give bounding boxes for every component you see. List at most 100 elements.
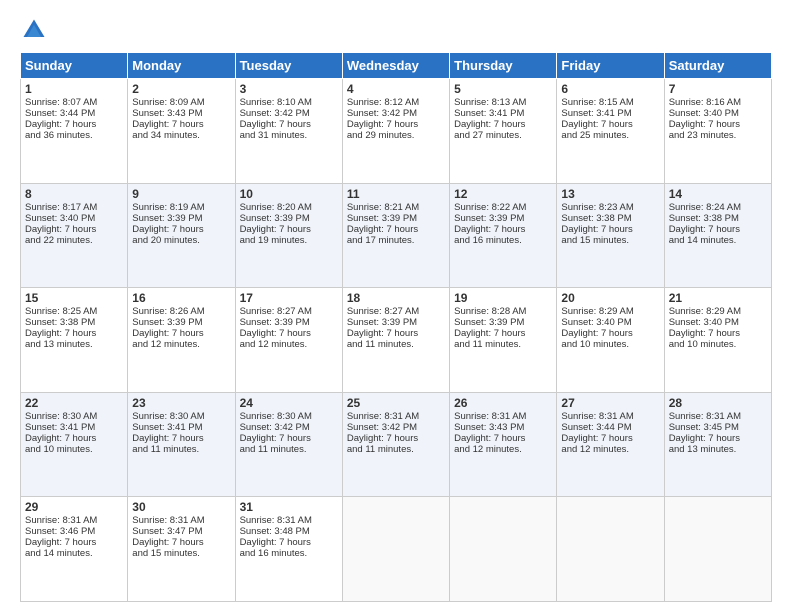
cell-info-line: and 36 minutes. xyxy=(25,130,123,141)
cell-info-line: and 11 minutes. xyxy=(347,339,445,350)
cell-info-line: Sunrise: 8:17 AM xyxy=(25,202,123,213)
calendar-cell: 29Sunrise: 8:31 AMSunset: 3:46 PMDayligh… xyxy=(21,497,128,602)
cell-info-line: Daylight: 7 hours xyxy=(132,224,230,235)
cell-info-line: Sunset: 3:47 PM xyxy=(132,526,230,537)
weekday-header-row: SundayMondayTuesdayWednesdayThursdayFrid… xyxy=(21,53,772,79)
day-number: 5 xyxy=(454,82,552,96)
day-number: 13 xyxy=(561,187,659,201)
cell-info-line: Sunset: 3:44 PM xyxy=(25,108,123,119)
day-number: 18 xyxy=(347,291,445,305)
day-number: 12 xyxy=(454,187,552,201)
calendar-cell: 13Sunrise: 8:23 AMSunset: 3:38 PMDayligh… xyxy=(557,183,664,288)
cell-info-line: Daylight: 7 hours xyxy=(454,433,552,444)
day-number: 30 xyxy=(132,500,230,514)
day-number: 23 xyxy=(132,396,230,410)
day-number: 22 xyxy=(25,396,123,410)
cell-info-line: Sunrise: 8:31 AM xyxy=(347,411,445,422)
weekday-header: Friday xyxy=(557,53,664,79)
calendar-cell xyxy=(557,497,664,602)
cell-info-line: and 31 minutes. xyxy=(240,130,338,141)
cell-info-line: Sunset: 3:39 PM xyxy=(347,317,445,328)
cell-info-line: Sunrise: 8:27 AM xyxy=(347,306,445,317)
cell-info-line: Sunset: 3:40 PM xyxy=(669,317,767,328)
cell-info-line: Daylight: 7 hours xyxy=(132,433,230,444)
cell-info-line: Daylight: 7 hours xyxy=(669,433,767,444)
cell-info-line: and 20 minutes. xyxy=(132,235,230,246)
calendar-cell: 4Sunrise: 8:12 AMSunset: 3:42 PMDaylight… xyxy=(342,79,449,184)
cell-info-line: Sunrise: 8:10 AM xyxy=(240,97,338,108)
cell-info-line: Daylight: 7 hours xyxy=(240,537,338,548)
cell-info-line: Daylight: 7 hours xyxy=(347,119,445,130)
cell-info-line: Daylight: 7 hours xyxy=(347,328,445,339)
weekday-header: Saturday xyxy=(664,53,771,79)
cell-info-line: and 10 minutes. xyxy=(25,444,123,455)
cell-info-line: Daylight: 7 hours xyxy=(25,433,123,444)
cell-info-line: Daylight: 7 hours xyxy=(240,119,338,130)
cell-info-line: Sunset: 3:39 PM xyxy=(132,317,230,328)
calendar-cell: 28Sunrise: 8:31 AMSunset: 3:45 PMDayligh… xyxy=(664,392,771,497)
day-number: 25 xyxy=(347,396,445,410)
header xyxy=(20,16,772,44)
cell-info-line: and 29 minutes. xyxy=(347,130,445,141)
cell-info-line: Sunrise: 8:25 AM xyxy=(25,306,123,317)
cell-info-line: and 11 minutes. xyxy=(132,444,230,455)
cell-info-line: Sunrise: 8:31 AM xyxy=(561,411,659,422)
cell-info-line: Sunset: 3:39 PM xyxy=(454,213,552,224)
cell-info-line: and 27 minutes. xyxy=(454,130,552,141)
cell-info-line: and 19 minutes. xyxy=(240,235,338,246)
cell-info-line: Sunrise: 8:22 AM xyxy=(454,202,552,213)
calendar-cell: 12Sunrise: 8:22 AMSunset: 3:39 PMDayligh… xyxy=(450,183,557,288)
calendar-cell: 15Sunrise: 8:25 AMSunset: 3:38 PMDayligh… xyxy=(21,288,128,393)
cell-info-line: Sunset: 3:42 PM xyxy=(347,422,445,433)
calendar-cell: 14Sunrise: 8:24 AMSunset: 3:38 PMDayligh… xyxy=(664,183,771,288)
cell-info-line: and 16 minutes. xyxy=(454,235,552,246)
cell-info-line: Sunset: 3:38 PM xyxy=(25,317,123,328)
cell-info-line: Sunrise: 8:30 AM xyxy=(240,411,338,422)
cell-info-line: Sunrise: 8:23 AM xyxy=(561,202,659,213)
cell-info-line: Sunset: 3:41 PM xyxy=(132,422,230,433)
calendar-cell: 11Sunrise: 8:21 AMSunset: 3:39 PMDayligh… xyxy=(342,183,449,288)
cell-info-line: and 25 minutes. xyxy=(561,130,659,141)
calendar-cell: 1Sunrise: 8:07 AMSunset: 3:44 PMDaylight… xyxy=(21,79,128,184)
cell-info-line: Sunset: 3:42 PM xyxy=(347,108,445,119)
day-number: 19 xyxy=(454,291,552,305)
cell-info-line: Sunrise: 8:20 AM xyxy=(240,202,338,213)
cell-info-line: Sunrise: 8:31 AM xyxy=(25,515,123,526)
calendar-cell: 5Sunrise: 8:13 AMSunset: 3:41 PMDaylight… xyxy=(450,79,557,184)
calendar-cell: 3Sunrise: 8:10 AMSunset: 3:42 PMDaylight… xyxy=(235,79,342,184)
calendar-cell: 7Sunrise: 8:16 AMSunset: 3:40 PMDaylight… xyxy=(664,79,771,184)
calendar-cell: 9Sunrise: 8:19 AMSunset: 3:39 PMDaylight… xyxy=(128,183,235,288)
weekday-header: Sunday xyxy=(21,53,128,79)
day-number: 21 xyxy=(669,291,767,305)
day-number: 28 xyxy=(669,396,767,410)
day-number: 1 xyxy=(25,82,123,96)
cell-info-line: and 11 minutes. xyxy=(240,444,338,455)
cell-info-line: Sunset: 3:43 PM xyxy=(454,422,552,433)
calendar-cell xyxy=(342,497,449,602)
day-number: 24 xyxy=(240,396,338,410)
cell-info-line: Sunrise: 8:16 AM xyxy=(669,97,767,108)
cell-info-line: Sunrise: 8:31 AM xyxy=(454,411,552,422)
cell-info-line: Sunrise: 8:30 AM xyxy=(132,411,230,422)
day-number: 3 xyxy=(240,82,338,96)
calendar-cell xyxy=(664,497,771,602)
calendar-cell: 20Sunrise: 8:29 AMSunset: 3:40 PMDayligh… xyxy=(557,288,664,393)
cell-info-line: and 14 minutes. xyxy=(25,548,123,559)
cell-info-line: and 12 minutes. xyxy=(240,339,338,350)
cell-info-line: Daylight: 7 hours xyxy=(25,224,123,235)
cell-info-line: Daylight: 7 hours xyxy=(669,224,767,235)
day-number: 26 xyxy=(454,396,552,410)
cell-info-line: and 13 minutes. xyxy=(25,339,123,350)
cell-info-line: Sunrise: 8:26 AM xyxy=(132,306,230,317)
cell-info-line: Daylight: 7 hours xyxy=(347,433,445,444)
cell-info-line: Daylight: 7 hours xyxy=(454,328,552,339)
cell-info-line: Sunrise: 8:29 AM xyxy=(561,306,659,317)
day-number: 27 xyxy=(561,396,659,410)
cell-info-line: Sunset: 3:41 PM xyxy=(25,422,123,433)
cell-info-line: and 16 minutes. xyxy=(240,548,338,559)
calendar-cell: 19Sunrise: 8:28 AMSunset: 3:39 PMDayligh… xyxy=(450,288,557,393)
cell-info-line: and 13 minutes. xyxy=(669,444,767,455)
page: SundayMondayTuesdayWednesdayThursdayFrid… xyxy=(0,0,792,612)
cell-info-line: Sunrise: 8:28 AM xyxy=(454,306,552,317)
day-number: 29 xyxy=(25,500,123,514)
